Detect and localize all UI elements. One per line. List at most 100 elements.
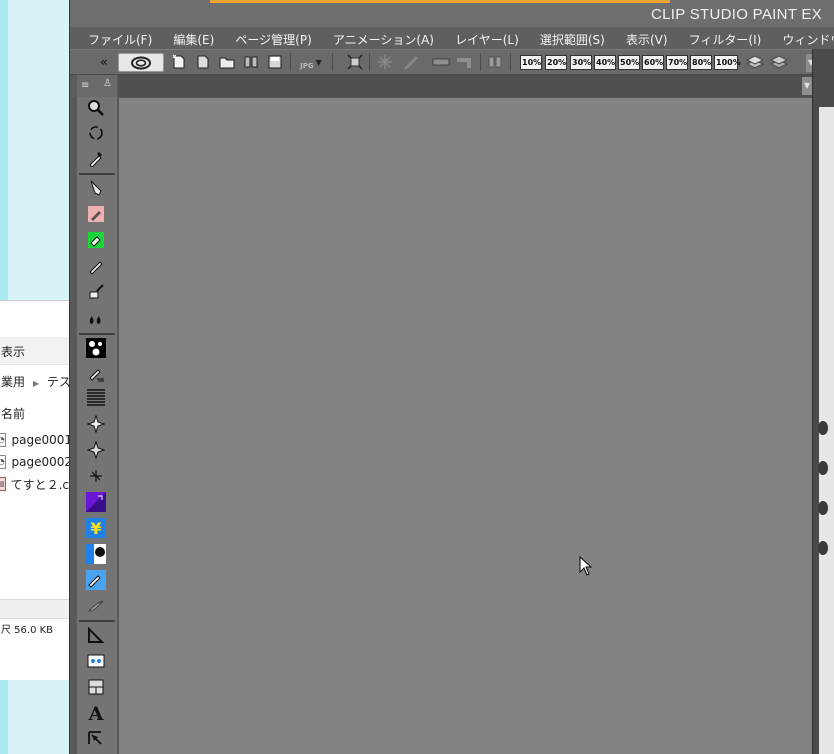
tab-scroll-icon[interactable]: ▼: [802, 77, 812, 95]
file-icon: ◔: [0, 433, 7, 447]
zoom-40-button[interactable]: 40%: [594, 55, 616, 70]
menu-window[interactable]: ウィンドウ(W): [774, 27, 834, 49]
new-page-icon[interactable]: [194, 53, 212, 71]
eraser-tool-icon[interactable]: [85, 307, 107, 329]
clip-studio-swirl-icon: [131, 56, 151, 69]
text-tool-icon[interactable]: A: [85, 702, 107, 724]
layers-stack-icon[interactable]: [746, 53, 764, 71]
feather-tool-icon[interactable]: [85, 595, 107, 617]
explorer-menu-bar: 表示: [0, 337, 72, 365]
canvas-tab-bar: [118, 75, 812, 97]
star-tool-icon[interactable]: [85, 465, 107, 487]
frame-tool-icon[interactable]: [85, 676, 107, 698]
tool-separator: [79, 620, 115, 622]
palette-menu-icon[interactable]: ≡: [81, 80, 89, 91]
file-name: page0002: [11, 455, 72, 469]
title-accent-strip: [210, 0, 670, 3]
panel-knob-icon[interactable]: [818, 461, 828, 475]
hatch-brush-tool-icon[interactable]: [85, 363, 107, 385]
transform-tool-icon[interactable]: [85, 650, 107, 672]
pencil-tool-icon[interactable]: [85, 203, 107, 225]
page-spread-icon[interactable]: [486, 53, 504, 71]
pen-tool-icon[interactable]: [85, 177, 107, 199]
sparkle-tool-icon[interactable]: [85, 439, 107, 461]
menu-file[interactable]: ファイル(F): [70, 27, 160, 49]
new-file-icon[interactable]: [170, 53, 188, 71]
blue-brush-tool-icon[interactable]: [85, 569, 107, 591]
export-jpg-button[interactable]: JPG ▼: [297, 53, 325, 71]
zoom-70-button[interactable]: 70%: [666, 55, 688, 70]
path-separator-icon: ▶: [32, 379, 39, 388]
zoom-60-button[interactable]: 60%: [642, 55, 664, 70]
fit-canvas-icon[interactable]: [346, 53, 364, 71]
toolbar-separator: [290, 53, 291, 71]
yen-tool-icon[interactable]: ¥: [85, 517, 107, 539]
brush-tool-icon[interactable]: [85, 229, 107, 251]
tool-separator: [79, 173, 115, 175]
file-item[interactable]: ◔ page0001: [0, 429, 72, 451]
tool-palette-header[interactable]: ≡ ♙: [77, 75, 117, 97]
purple-tool-icon[interactable]: [85, 491, 107, 513]
explorer-path-segment[interactable]: 業用: [1, 375, 25, 389]
open-folder-icon[interactable]: [218, 53, 236, 71]
palette-header-strip: ≡ ♙ ▼: [70, 75, 834, 97]
zoom-50-button[interactable]: 50%: [618, 55, 640, 70]
select-arrow-tool-icon[interactable]: [85, 728, 107, 750]
mouse-cursor-icon: [579, 555, 593, 580]
airbrush-tool-icon[interactable]: [85, 255, 107, 277]
menu-bar: ファイル(F) 編集(E) ページ管理(P) アニメーション(A) レイヤー(L…: [70, 27, 834, 49]
lines-tool-icon[interactable]: [85, 387, 107, 409]
zoom-10-button[interactable]: 10%: [520, 55, 542, 70]
explorer-path-segment[interactable]: テス: [47, 375, 71, 389]
menu-layer[interactable]: レイヤー(L): [447, 27, 527, 49]
file-name: てすと２.cl: [10, 477, 72, 492]
figure-tool-icon[interactable]: [85, 543, 107, 565]
explorer-column-header[interactable]: 名前: [0, 399, 72, 427]
explorer-address-bar[interactable]: 業用 ▶ テス: [0, 367, 72, 395]
pen-effect-icon[interactable]: [402, 53, 420, 71]
zoom-30-button[interactable]: 30%: [570, 55, 592, 70]
menu-filter[interactable]: フィルター(I): [681, 27, 770, 49]
tool-brush-mini-icon: ♙: [103, 78, 112, 89]
zoom-80-button[interactable]: 80%: [690, 55, 712, 70]
save-icon[interactable]: [266, 53, 284, 71]
zoom-100-button[interactable]: 100%: [714, 55, 741, 70]
file-name: page0001: [11, 433, 72, 447]
ruler-icon[interactable]: [432, 53, 450, 71]
explorer-menu-view[interactable]: 表示: [1, 345, 25, 359]
effect-tool-icon[interactable]: [85, 413, 107, 435]
collapse-toolbar-icon[interactable]: «: [100, 55, 108, 69]
menu-view[interactable]: 表示(V): [618, 27, 676, 49]
file-item[interactable]: ▤ てすと２.cl: [0, 473, 72, 495]
menu-selection[interactable]: 選択範囲(S): [532, 27, 613, 49]
ruler-tool-icon[interactable]: [85, 624, 107, 646]
blend-tool-icon[interactable]: [85, 281, 107, 303]
rotate-tool-icon[interactable]: [85, 122, 107, 144]
transparency-icon[interactable]: [376, 53, 394, 71]
corner-ruler-icon[interactable]: [456, 53, 474, 71]
clip-studio-logo-button[interactable]: [118, 53, 164, 72]
zoom-20-button[interactable]: 20%: [545, 55, 567, 70]
menu-page[interactable]: ページ管理(P): [227, 27, 319, 49]
title-bar[interactable]: CLIP STUDIO PAINT EX: [70, 0, 834, 27]
dots-tool-icon[interactable]: [85, 337, 107, 359]
canvas-area[interactable]: [118, 97, 815, 754]
menu-edit[interactable]: 編集(E): [165, 27, 222, 49]
toolbar-separator: [332, 53, 333, 71]
file-item[interactable]: ◔ page0002: [0, 451, 72, 473]
eyedropper-tool-icon[interactable]: [85, 147, 107, 169]
zoom-tool-icon[interactable]: [85, 97, 107, 119]
panel-knob-icon[interactable]: [818, 541, 828, 555]
tool-separator: [79, 333, 115, 335]
explorer-status-bar: [0, 599, 72, 619]
panel-knob-icon[interactable]: [818, 421, 828, 435]
export-jpg-label: JPG: [300, 62, 314, 70]
menu-animation[interactable]: アニメーション(A): [325, 27, 442, 49]
explorer-file-size: 尺 56.0 KB: [1, 625, 54, 636]
toolbar-separator: [510, 53, 511, 71]
panel-knob-icon[interactable]: [818, 501, 828, 515]
book-icon[interactable]: [242, 53, 260, 71]
layers-stack-alt-icon[interactable]: [770, 53, 788, 71]
clip-file-icon: ▤: [0, 477, 6, 491]
svg-text:A: A: [88, 703, 104, 723]
